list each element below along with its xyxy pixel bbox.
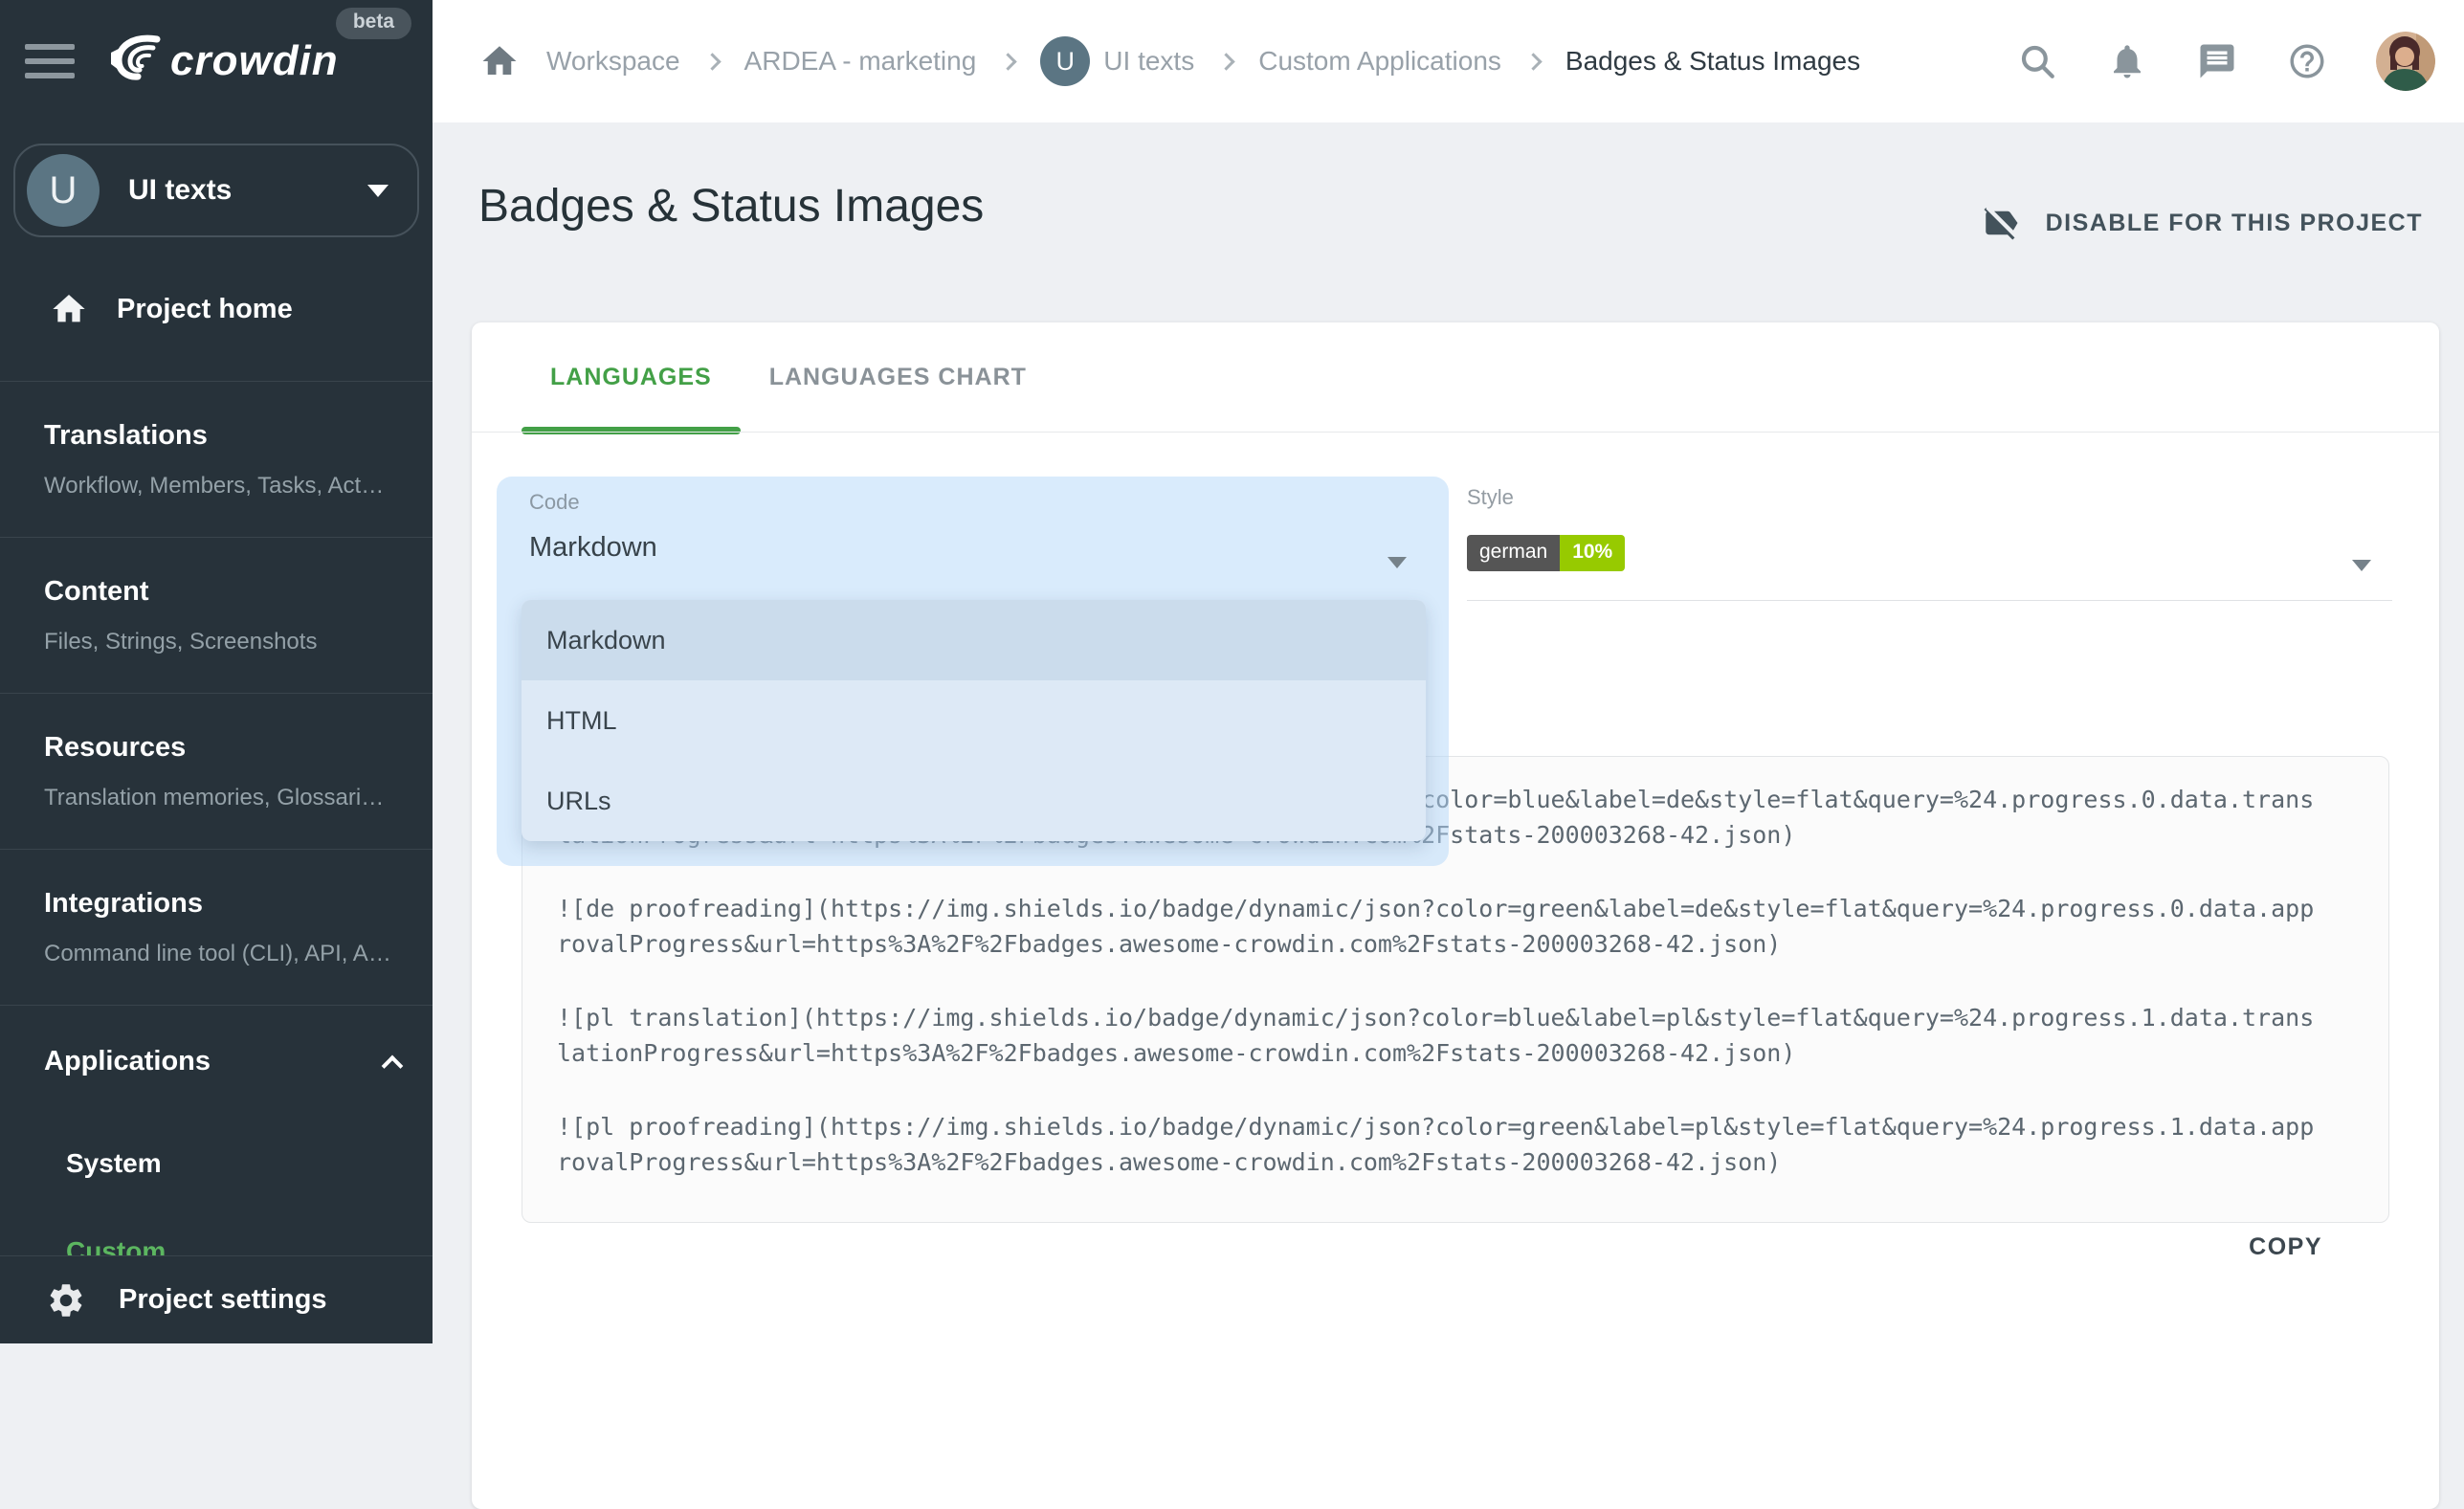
section-title: Resources bbox=[44, 732, 394, 764]
sidebar-item-integrations[interactable]: Integrations Command line tool (CLI), AP… bbox=[0, 849, 433, 1005]
style-select[interactable]: Style german 10% bbox=[1467, 476, 2392, 601]
sidebar-item-project-home[interactable]: Project home bbox=[0, 266, 433, 352]
chevron-right-icon bbox=[1218, 53, 1235, 70]
chevron-right-icon bbox=[703, 53, 721, 70]
crowdin-logo-icon bbox=[103, 32, 163, 92]
tab-languages[interactable]: LANGUAGES bbox=[522, 322, 741, 432]
topbar: Workspace ARDEA - marketing U UI texts C… bbox=[433, 0, 2464, 122]
copy-button[interactable]: COPY bbox=[2224, 1220, 2347, 1275]
home-icon bbox=[50, 290, 88, 328]
tab-languages-chart[interactable]: LANGUAGES CHART bbox=[741, 322, 1055, 432]
breadcrumb-workspace[interactable]: Workspace bbox=[546, 46, 680, 77]
crowdin-logo[interactable]: crowdin bbox=[103, 32, 339, 92]
menu-option-html[interactable]: HTML bbox=[522, 680, 1426, 761]
chevron-down-icon bbox=[367, 185, 388, 197]
project-avatar: U bbox=[27, 154, 100, 227]
badge-percent-segment: 10% bbox=[1560, 535, 1625, 571]
topbar-actions bbox=[2016, 32, 2435, 91]
user-avatar[interactable] bbox=[2376, 32, 2435, 91]
sidebar-item-project-settings[interactable]: Project settings bbox=[0, 1255, 433, 1343]
section-title: Integrations bbox=[44, 888, 394, 920]
code-snippet-de-proofreading: ![de proofreading](https://img.shields.i… bbox=[557, 891, 2321, 962]
sidebar-item-label: Project home bbox=[117, 294, 293, 325]
sidebar-item-resources[interactable]: Resources Translation memories, Glossari… bbox=[0, 693, 433, 849]
help-icon[interactable] bbox=[2286, 40, 2328, 82]
hamburger-menu-icon[interactable] bbox=[25, 44, 75, 78]
project-name: UI texts bbox=[128, 174, 232, 207]
badge-preview: german 10% bbox=[1467, 535, 1625, 571]
crowdin-wordmark: crowdin bbox=[170, 37, 339, 85]
code-snippet-pl-proofreading: ![pl proofreading](https://img.shields.i… bbox=[557, 1109, 2321, 1180]
chevron-down-icon bbox=[1387, 557, 1407, 568]
search-icon[interactable] bbox=[2016, 40, 2058, 82]
style-select-label: Style bbox=[1467, 485, 1514, 510]
section-subtitle: Files, Strings, Screenshots bbox=[44, 629, 394, 655]
breadcrumb: Workspace ARDEA - marketing U UI texts C… bbox=[478, 36, 1860, 86]
project-avatar: U bbox=[1040, 36, 1090, 86]
chevron-down-icon bbox=[2352, 560, 2371, 571]
breadcrumb-current-page: Badges & Status Images bbox=[1565, 46, 1860, 77]
disable-for-project-button[interactable]: DISABLE FOR THIS PROJECT bbox=[1981, 203, 2423, 243]
breadcrumb-ardea-marketing[interactable]: ARDEA - marketing bbox=[744, 46, 977, 77]
section-title: Translations bbox=[44, 420, 394, 452]
tabs-divider bbox=[472, 432, 2439, 433]
sidebar-header: crowdin beta bbox=[0, 0, 433, 122]
sidebar-item-label: Project settings bbox=[119, 1284, 327, 1316]
sidebar-item-translations[interactable]: Translations Workflow, Members, Tasks, A… bbox=[0, 381, 433, 537]
beta-badge: beta bbox=[336, 8, 411, 39]
breadcrumb-home-icon[interactable] bbox=[478, 40, 521, 82]
chevron-up-icon bbox=[382, 1054, 404, 1076]
disable-button-label: DISABLE FOR THIS PROJECT bbox=[2046, 210, 2423, 237]
section-subtitle: Workflow, Members, Tasks, Act… bbox=[44, 473, 394, 499]
badges-card: LANGUAGES LANGUAGES CHART Style german 1… bbox=[472, 322, 2439, 1509]
menu-option-urls[interactable]: URLs bbox=[522, 761, 1426, 841]
gear-icon bbox=[46, 1280, 86, 1320]
sidebar-item-system[interactable]: System bbox=[44, 1148, 400, 1179]
chevron-right-icon bbox=[1000, 53, 1017, 70]
chevron-right-icon bbox=[1524, 53, 1542, 70]
code-select-label: Code bbox=[529, 490, 580, 515]
code-snippet-pl-translation: ![pl translation](https://img.shields.io… bbox=[557, 1000, 2321, 1071]
badge-language-segment: german bbox=[1467, 535, 1560, 571]
sidebar-group-applications: Applications System Custom bbox=[0, 1005, 433, 1267]
code-select-menu: Markdown HTML URLs bbox=[522, 600, 1426, 841]
project-switcher[interactable]: U UI texts bbox=[13, 144, 419, 237]
sidebar-item-content[interactable]: Content Files, Strings, Screenshots bbox=[0, 537, 433, 693]
breadcrumb-custom-applications[interactable]: Custom Applications bbox=[1258, 46, 1501, 77]
applications-header[interactable]: Applications bbox=[44, 1046, 400, 1077]
notifications-icon[interactable] bbox=[2106, 40, 2148, 82]
page-title: Badges & Status Images bbox=[478, 180, 984, 233]
section-title: Applications bbox=[44, 1046, 211, 1077]
breadcrumb-label: UI texts bbox=[1103, 46, 1194, 77]
section-subtitle: Translation memories, Glossari… bbox=[44, 785, 394, 811]
menu-option-markdown[interactable]: Markdown bbox=[522, 600, 1426, 680]
label-off-icon bbox=[1981, 203, 2021, 243]
code-select-value: Markdown bbox=[529, 532, 657, 564]
messages-icon[interactable] bbox=[2196, 40, 2238, 82]
sidebar: crowdin beta U UI texts Project home Tra… bbox=[0, 0, 433, 1343]
breadcrumb-ui-texts[interactable]: U UI texts bbox=[1040, 36, 1194, 86]
section-subtitle: Command line tool (CLI), API, A… bbox=[44, 941, 394, 967]
section-title: Content bbox=[44, 576, 394, 608]
tab-bar: LANGUAGES LANGUAGES CHART bbox=[522, 322, 1055, 432]
